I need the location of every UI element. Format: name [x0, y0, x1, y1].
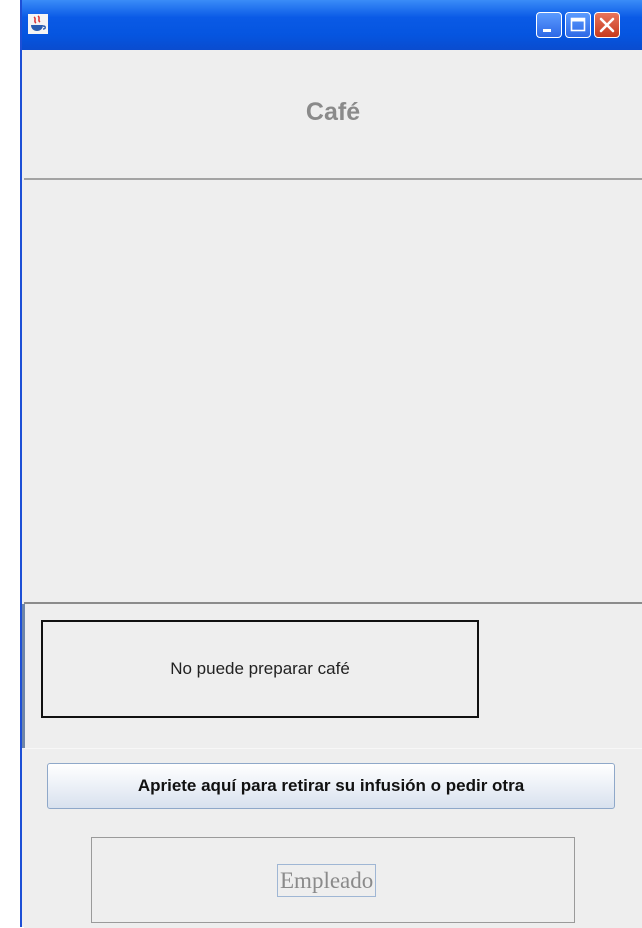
bottom-panel: Apriete aquí para retirar su infusión o …	[24, 748, 642, 928]
maximize-icon	[570, 17, 586, 32]
coffee-display-panel	[24, 180, 642, 604]
java-coffee-icon[interactable]	[28, 14, 48, 34]
close-icon	[599, 17, 615, 33]
title-bar[interactable]	[22, 0, 642, 50]
employee-panel: Empleado	[91, 837, 575, 923]
status-panel: No puede preparar café	[22, 604, 642, 748]
status-message: No puede preparar café	[41, 620, 479, 718]
header-panel: Café	[24, 52, 642, 180]
employee-label: Empleado	[277, 864, 377, 897]
retire-infusion-button[interactable]: Apriete aquí para retirar su infusión o …	[47, 763, 615, 809]
page-title: Café	[305, 98, 361, 126]
app-window: Café No puede preparar café Apriete aquí…	[20, 0, 642, 928]
minimize-button[interactable]	[536, 12, 562, 38]
maximize-button[interactable]	[565, 12, 591, 38]
minimize-icon	[543, 29, 551, 32]
close-button[interactable]	[594, 12, 620, 38]
